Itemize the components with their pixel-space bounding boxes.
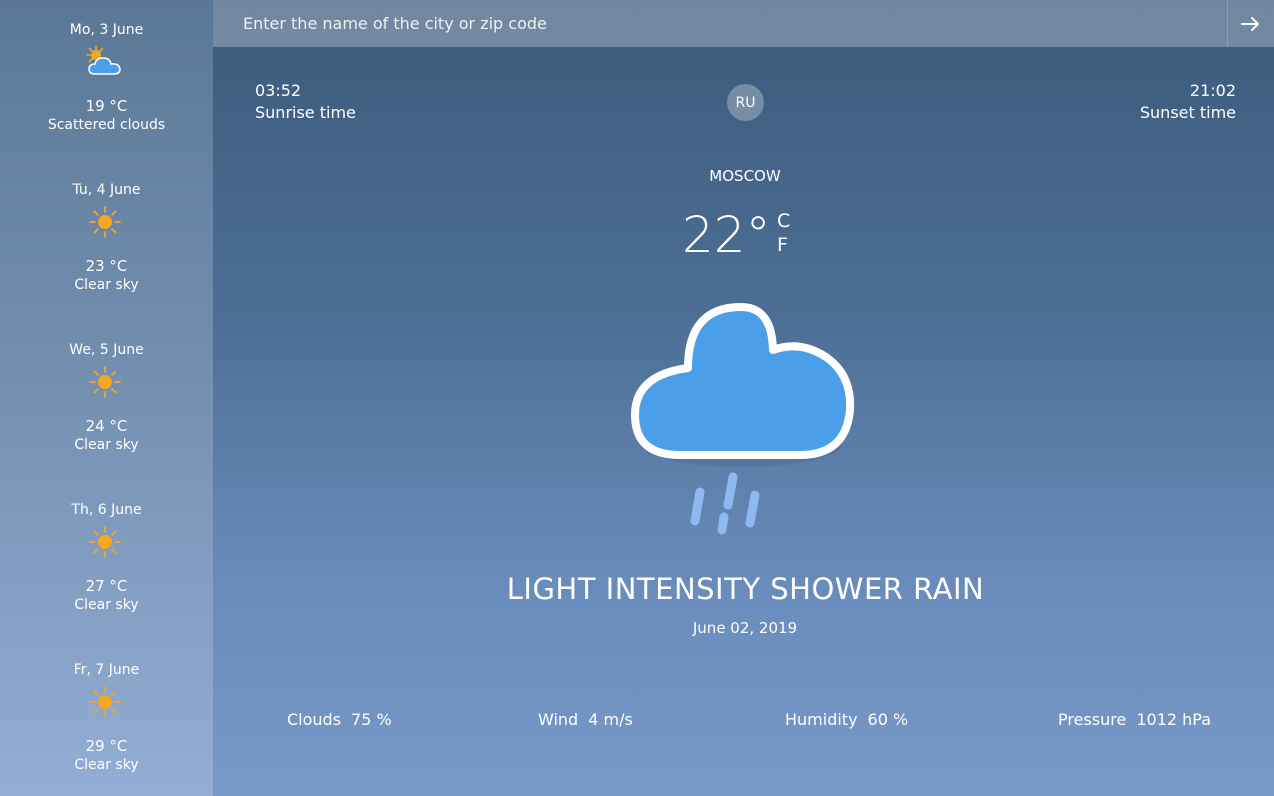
search-submit-button[interactable] <box>1227 0 1274 47</box>
scattered-clouds-icon <box>86 45 121 75</box>
sun-icon <box>89 206 121 238</box>
current-date: June 02, 2019 <box>692 619 798 637</box>
stat-value: 75 % <box>351 710 392 729</box>
forecast-date: Th, 6 June <box>71 502 142 518</box>
sunset-time: 21:02 <box>1189 81 1236 100</box>
stat-pressure: Pressure 1012 hPa <box>1058 710 1211 729</box>
city-name: MOSCOW <box>709 167 781 185</box>
stat-label: Pressure <box>1058 710 1127 729</box>
forecast-date: Mo, 3 June <box>69 22 144 38</box>
search-bar <box>213 0 1274 47</box>
forecast-sidebar: Mo, 3 June 19 °C Scattered clouds Tu, 4 … <box>0 0 213 796</box>
sun-icon <box>89 526 121 558</box>
forecast-description: Clear sky <box>74 597 139 613</box>
forecast-temperature: 24 °C <box>85 417 128 435</box>
forecast-temperature: 19 °C <box>85 97 128 115</box>
stat-label: Clouds <box>287 710 342 729</box>
forecast-description: Clear sky <box>74 757 139 773</box>
stat-value: 60 % <box>867 710 909 729</box>
stat-label: Wind <box>538 710 579 729</box>
weather-condition: LIGHT INTENSITY SHOWER RAIN <box>506 572 985 606</box>
forecast-description: Clear sky <box>74 437 139 453</box>
search-input[interactable] <box>213 0 1227 47</box>
stat-label: Humidity <box>785 710 858 729</box>
forecast-temperature: 23 °C <box>85 257 128 275</box>
sunset-info: 21:02 Sunset time <box>1140 80 1236 124</box>
forecast-temperature: 27 °C <box>85 577 128 595</box>
forecast-temperature: 29 °C <box>85 737 128 755</box>
sun-icon <box>89 366 121 398</box>
sunrise-label: Sunrise time <box>255 103 356 122</box>
sunrise-time: 03:52 <box>255 81 302 100</box>
stat-clouds: Clouds 75 % <box>287 710 392 729</box>
shower-rain-icon <box>631 303 855 535</box>
language-toggle-button[interactable]: RU <box>727 84 764 121</box>
forecast-description: Scattered clouds <box>47 117 166 133</box>
sun-icon <box>89 686 121 718</box>
arrow-right-icon <box>1241 16 1259 31</box>
forecast-description: Clear sky <box>74 277 139 293</box>
stat-value: 4 m/s <box>588 710 633 729</box>
stat-value: 1012 hPa <box>1136 710 1212 729</box>
stat-wind: Wind 4 m/s <box>538 710 633 729</box>
unit-fahrenheit-toggle[interactable]: F <box>777 234 788 256</box>
forecast-date: Tu, 4 June <box>72 182 141 198</box>
unit-celsius-toggle[interactable]: C <box>777 210 790 232</box>
forecast-date: Fr, 7 June <box>73 662 140 678</box>
sunset-label: Sunset time <box>1139 103 1236 122</box>
forecast-date: We, 5 June <box>69 342 144 358</box>
stat-humidity: Humidity 60 % <box>785 710 908 729</box>
sunrise-info: 03:52 Sunrise time <box>255 80 356 124</box>
current-temperature: 22° <box>682 206 771 264</box>
